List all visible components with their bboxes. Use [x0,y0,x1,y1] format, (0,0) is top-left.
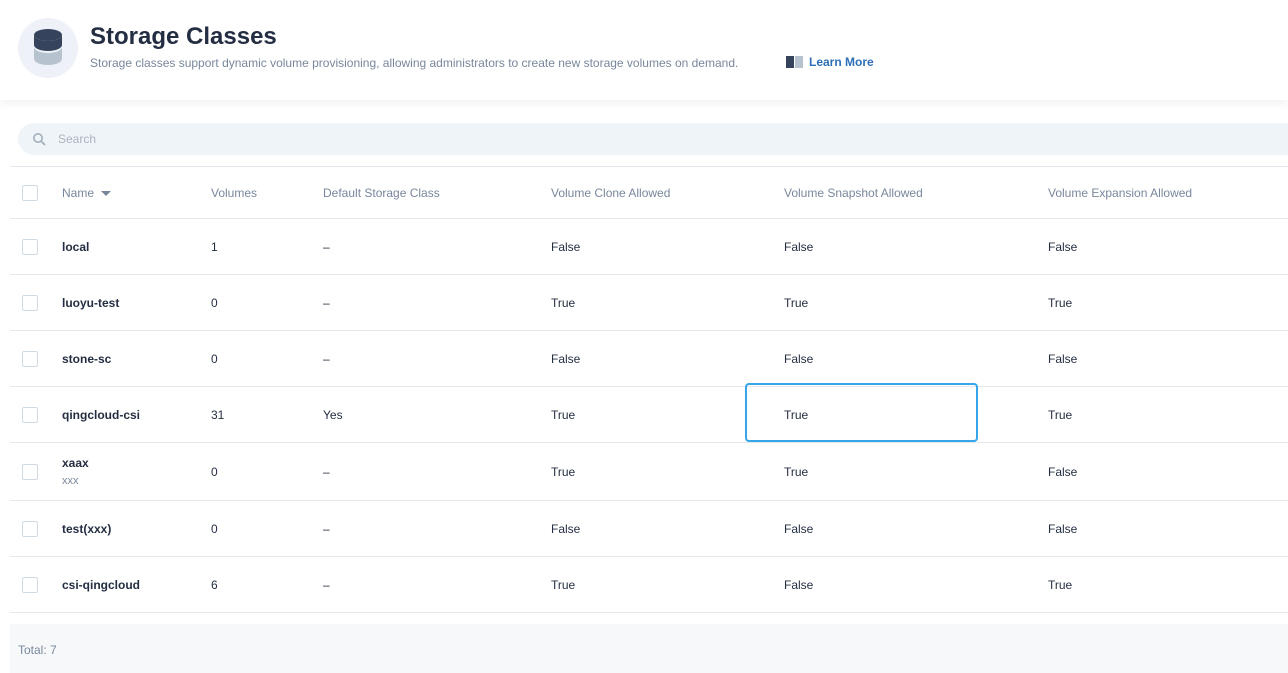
row-checkbox-cell [22,387,38,442]
search-icon [32,132,46,151]
toolbar [0,108,1288,166]
table-footer: Total: 7 [10,624,1288,673]
default-cell: – [323,464,330,479]
volumes-cell: 0 [211,521,218,536]
snapshot-cell: True [784,464,809,479]
name-cell: test(xxx) [62,501,111,556]
storage-database-icon [18,18,78,78]
row-checkbox[interactable] [22,520,38,537]
row-checkbox-cell [22,219,38,274]
snapshot-cell: True [784,407,809,422]
row-checkbox-cell [22,501,38,556]
row-checkbox-cell [22,443,38,500]
table-row[interactable]: qingcloud-csi 31 Yes True True True [10,387,1288,443]
volumes-cell: 6 [211,577,218,592]
clone-cell: True [551,464,576,479]
expansion-cell: False [1048,351,1078,366]
storage-class-name-link[interactable]: luoyu-test [62,296,119,310]
name-cell: luoyu-test [62,275,119,330]
default-cell: – [323,521,330,536]
snapshot-cell: False [784,351,814,366]
default-cell: – [323,351,330,366]
table-row[interactable]: stone-sc 0 – False False False [10,331,1288,387]
name-cell: stone-sc [62,331,111,386]
volumes-cell: 31 [211,407,225,422]
select-all-checkbox[interactable] [22,184,38,201]
row-checkbox[interactable] [22,238,38,255]
storage-class-name-link[interactable]: local [62,240,89,254]
default-cell: – [323,295,330,310]
table-header-row: Name Volumes Default Storage Class Volum… [10,167,1288,219]
column-header-name-label: Name [62,185,95,200]
row-checkbox-cell [22,275,38,330]
clone-cell: False [551,521,581,536]
clone-cell: False [551,351,581,366]
column-header-volumes: Volumes [211,185,258,200]
clone-cell: False [551,239,581,254]
row-checkbox-cell [22,557,38,612]
snapshot-cell: False [784,521,814,536]
default-cell: – [323,239,330,254]
storage-class-name-link[interactable]: stone-sc [62,352,111,366]
volumes-cell: 0 [211,351,218,366]
table-row[interactable]: luoyu-test 0 – True True True [10,275,1288,331]
clone-cell: True [551,577,576,592]
clone-cell: True [551,407,576,422]
book-icon [786,56,803,68]
volumes-cell: 1 [211,239,218,254]
snapshot-cell: False [784,239,814,254]
storage-class-name-link[interactable]: xaax [62,456,89,470]
search-bar[interactable] [18,123,1288,155]
table-row[interactable]: local 1 – False False False [10,219,1288,275]
storage-class-description: xxx [62,475,79,487]
learn-more-link[interactable]: Learn More [786,55,874,69]
storage-class-name-link[interactable]: qingcloud-csi [62,408,140,422]
row-checkbox[interactable] [22,350,38,367]
select-all-cell [22,167,38,218]
expansion-cell: True [1048,295,1073,310]
expansion-cell: True [1048,407,1073,422]
volumes-cell: 0 [211,295,218,310]
volumes-cell: 0 [211,464,218,479]
clone-cell: True [551,295,576,310]
column-header-name[interactable]: Name [62,167,112,218]
total-count: Total: 7 [18,643,57,657]
table-row[interactable]: xaax xxx 0 – True True False [10,443,1288,501]
row-checkbox[interactable] [22,463,38,480]
search-input[interactable] [58,123,1258,155]
row-checkbox[interactable] [22,294,38,311]
expansion-cell: False [1048,521,1078,536]
name-cell: local [62,219,89,274]
expansion-cell: False [1048,239,1078,254]
name-cell: csi-qingcloud [62,557,140,612]
snapshot-cell: False [784,577,814,592]
row-checkbox-cell [22,331,38,386]
column-header-expansion: Volume Expansion Allowed [1048,185,1193,200]
table-row[interactable]: test(xxx) 0 – False False False [10,501,1288,557]
storage-class-name-link[interactable]: csi-qingcloud [62,578,140,592]
expansion-cell: False [1048,464,1078,479]
row-checkbox[interactable] [22,576,38,593]
storage-class-name-link[interactable]: test(xxx) [62,522,111,536]
page-description: Storage classes support dynamic volume p… [90,56,739,70]
storage-classes-table: Name Volumes Default Storage Class Volum… [10,166,1288,613]
expansion-cell: True [1048,577,1073,592]
name-cell: qingcloud-csi [62,387,140,442]
sort-down-icon[interactable] [101,186,112,200]
page-title: Storage Classes [90,23,277,50]
row-checkbox[interactable] [22,406,38,423]
learn-more-label: Learn More [809,55,874,69]
snapshot-cell: True [784,295,809,310]
column-header-snapshot: Volume Snapshot Allowed [784,185,923,200]
name-cell: xaax xxx [62,443,89,500]
column-header-default: Default Storage Class [323,185,440,200]
page-header: Storage Classes Storage classes support … [0,0,1288,100]
default-cell: – [323,577,330,592]
default-cell: Yes [323,407,343,422]
table-row[interactable]: csi-qingcloud 6 – True False True [10,557,1288,613]
column-header-clone: Volume Clone Allowed [551,185,671,200]
